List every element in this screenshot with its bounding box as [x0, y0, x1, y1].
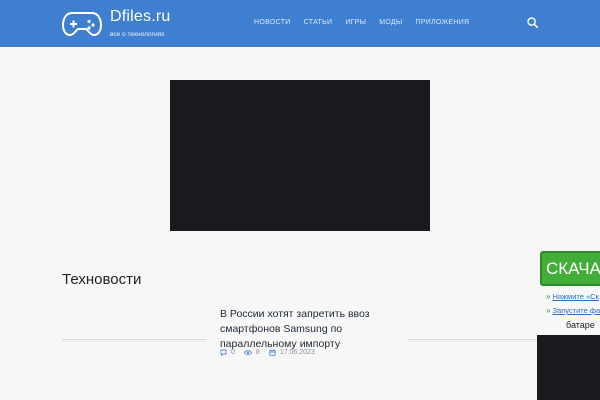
- section-title: Техновости: [62, 271, 142, 288]
- download-widget-media: [537, 335, 600, 400]
- nav-item-apps[interactable]: Приложения: [415, 19, 469, 26]
- date-value: 17.06.2023: [279, 349, 315, 356]
- nav-item-mods[interactable]: Моды: [379, 19, 402, 26]
- site-header: Dfiles.ru все о технологиях Новости Стат…: [0, 0, 600, 47]
- site-logo-name[interactable]: Dfiles.ru: [110, 8, 170, 26]
- download-instruction-link-1[interactable]: » Нажмите «Ск: [546, 292, 600, 301]
- site-tagline: все о технологиях: [110, 31, 165, 38]
- double-chevron-right-icon: »: [546, 292, 551, 301]
- nav-item-articles[interactable]: Статьи: [304, 19, 333, 26]
- calendar-icon: [269, 349, 276, 356]
- download-instruction-text-2: Запустите фа: [552, 306, 600, 315]
- news-item-title[interactable]: В России хотят запретить ввоз смартфонов…: [220, 307, 400, 352]
- download-button[interactable]: СКАЧА: [540, 251, 600, 286]
- video-player[interactable]: [170, 80, 430, 231]
- views-value: 8: [255, 349, 260, 356]
- download-instruction-link-2[interactable]: » Запустите фа: [546, 306, 600, 315]
- download-widget-text: батаре: [566, 320, 595, 330]
- eye-icon: [243, 350, 252, 355]
- publish-date: 17.06.2023: [269, 349, 315, 356]
- comments-count: 0: [220, 349, 235, 356]
- divider-right: [408, 339, 538, 342]
- divider-left: [62, 339, 207, 342]
- views-count: 8: [243, 349, 260, 356]
- comments-value: 0: [231, 349, 235, 356]
- main-nav: Новости Статьи Игры Моды Приложения: [254, 19, 469, 26]
- search-icon[interactable]: [527, 17, 538, 28]
- nav-item-news[interactable]: Новости: [254, 19, 291, 26]
- nav-item-games[interactable]: Игры: [345, 19, 366, 26]
- comment-icon: [220, 349, 227, 356]
- download-instruction-text-1: Нажмите «Ск: [552, 292, 599, 301]
- news-item-meta: 0 8 17.06.2023: [220, 349, 324, 356]
- gamepad-icon[interactable]: [62, 9, 102, 37]
- double-chevron-right-icon: »: [546, 306, 551, 315]
